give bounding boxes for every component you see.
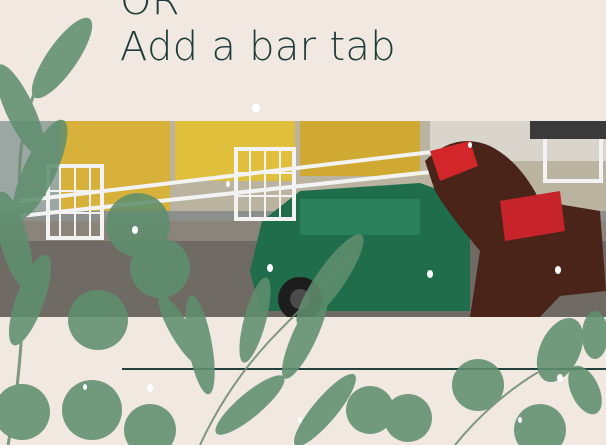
page: OR Add a bar tab	[0, 0, 606, 445]
heading-line-or: OR	[120, 0, 180, 24]
harness-racing-photo	[0, 121, 606, 317]
photo-illustration	[0, 121, 606, 317]
heading-line-bar-tab: Add a bar tab	[120, 24, 396, 70]
page-heading: OR Add a bar tab	[120, 0, 396, 70]
divider-line	[122, 368, 606, 370]
